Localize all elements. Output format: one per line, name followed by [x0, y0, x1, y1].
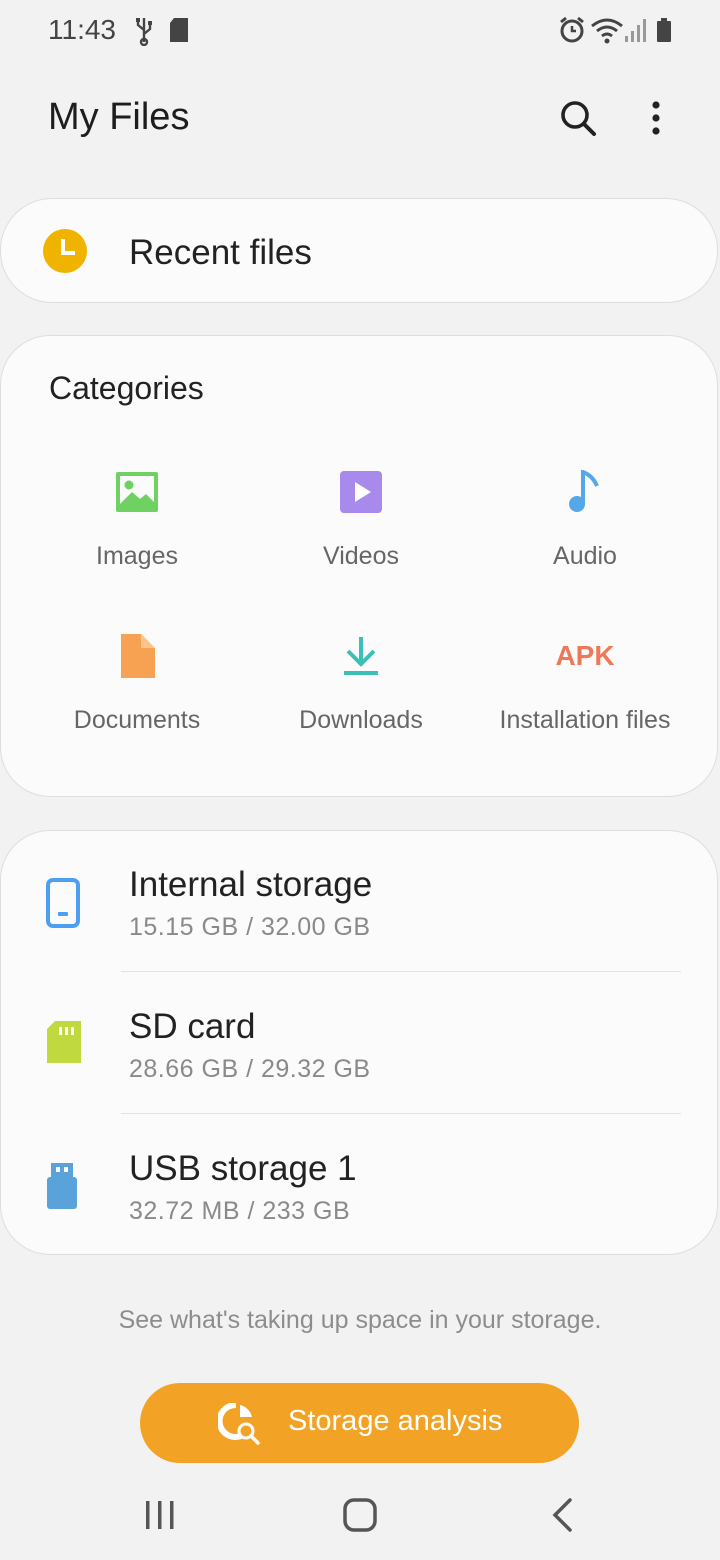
storage-item-internal[interactable]: Internal storage 15.15 GB / 32.00 GB	[1, 831, 719, 972]
category-label: Images	[96, 542, 178, 570]
home-icon	[342, 1497, 378, 1538]
sd-card-icon	[45, 1019, 85, 1071]
recent-apps-button[interactable]	[130, 1492, 190, 1542]
wifi-icon	[590, 16, 624, 49]
recent-files-card[interactable]: Recent files	[0, 198, 718, 303]
apk-icon-text: APK	[555, 640, 615, 671]
status-bar: 11:43	[0, 0, 720, 62]
storage-analysis-button[interactable]: Storage analysis	[140, 1383, 579, 1463]
storage-item-sd-card[interactable]: SD card 28.66 GB / 29.32 GB	[1, 973, 719, 1114]
page-title: My Files	[48, 96, 190, 138]
document-icon	[115, 634, 159, 678]
video-icon	[339, 470, 383, 514]
usb-drive-icon	[45, 1161, 85, 1213]
category-label: Videos	[323, 542, 399, 570]
download-icon	[339, 634, 383, 678]
phone-icon	[45, 877, 85, 929]
storage-analysis-icon	[216, 1401, 260, 1445]
back-icon	[550, 1497, 574, 1538]
category-label: Installation files	[499, 706, 671, 734]
search-icon	[558, 98, 598, 143]
apk-icon: APK	[535, 634, 635, 678]
alarm-icon	[558, 16, 586, 49]
category-label: Downloads	[299, 706, 423, 734]
image-icon	[115, 470, 159, 514]
recent-apps-icon	[144, 1499, 176, 1536]
storage-card: Internal storage 15.15 GB / 32.00 GB SD …	[0, 830, 718, 1255]
category-images[interactable]: Images	[17, 470, 257, 620]
storage-name: SD card	[129, 1007, 256, 1046]
search-button[interactable]	[554, 96, 602, 144]
storage-size: 15.15 GB / 32.00 GB	[129, 913, 371, 941]
battery-icon	[656, 16, 672, 49]
categories-title: Categories	[49, 370, 204, 406]
storage-size: 28.66 GB / 29.32 GB	[129, 1055, 371, 1083]
category-label: Documents	[73, 706, 201, 734]
signal-icon	[624, 16, 650, 49]
category-installation-files[interactable]: APK Installation files	[465, 634, 705, 784]
recent-files-label: Recent files	[129, 233, 312, 272]
category-downloads[interactable]: Downloads	[241, 634, 481, 784]
divider	[121, 1113, 681, 1114]
category-label: Audio	[553, 542, 617, 570]
storage-name: Internal storage	[129, 865, 373, 904]
clock-icon	[43, 229, 87, 273]
category-audio[interactable]: Audio	[465, 470, 705, 620]
usb-icon	[134, 16, 154, 51]
storage-name: USB storage 1	[129, 1149, 357, 1188]
storage-analysis-label: Storage analysis	[288, 1405, 503, 1437]
category-documents[interactable]: Documents	[17, 634, 257, 784]
home-button[interactable]	[330, 1492, 390, 1542]
storage-size: 32.72 MB / 233 GB	[129, 1197, 351, 1225]
status-time: 11:43	[48, 14, 116, 45]
music-note-icon	[563, 470, 607, 514]
storage-item-usb[interactable]: USB storage 1 32.72 MB / 233 GB	[1, 1115, 719, 1256]
storage-hint: See what's taking up space in your stora…	[118, 1306, 602, 1334]
categories-card: Categories Images Videos Audio Documents…	[0, 335, 718, 797]
navigation-bar	[0, 1470, 720, 1560]
back-button[interactable]	[532, 1492, 592, 1542]
sd-card-status-icon	[168, 16, 190, 49]
more-options-button[interactable]	[632, 96, 680, 144]
more-options-icon	[650, 100, 662, 141]
category-videos[interactable]: Videos	[241, 470, 481, 620]
divider	[121, 971, 681, 972]
